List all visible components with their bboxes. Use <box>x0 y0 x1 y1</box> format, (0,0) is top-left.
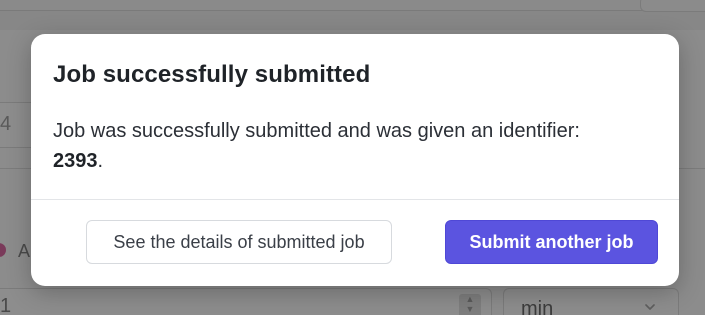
dialog-message-end: . <box>97 150 104 172</box>
see-job-details-button[interactable]: See the details of submitted job <box>86 220 392 264</box>
spinner-arrows-icon: ▲ ▼ <box>459 294 481 315</box>
submit-another-job-button[interactable]: Submit another job <box>445 220 658 264</box>
dialog-divider <box>31 199 679 200</box>
background-unit-select-value: min <box>521 298 554 315</box>
background-radio-label: A <box>18 241 31 261</box>
background-top-bar <box>0 0 705 11</box>
background-number-value: 1 <box>0 295 12 315</box>
dialog-title: Job successfully submitted <box>53 61 371 88</box>
job-identifier: 2393 <box>53 150 98 172</box>
background-left-field-value: 4 <box>0 113 12 135</box>
chevron-down-icon <box>645 304 655 310</box>
dialog-message: Job was successfully submitted and was g… <box>53 116 613 176</box>
background-top-field <box>640 0 705 12</box>
background-number-field <box>0 288 492 315</box>
job-submitted-dialog: Job successfully submitted Job was succe… <box>31 34 679 286</box>
dialog-message-text: Job was successfully submitted and was g… <box>53 120 580 142</box>
